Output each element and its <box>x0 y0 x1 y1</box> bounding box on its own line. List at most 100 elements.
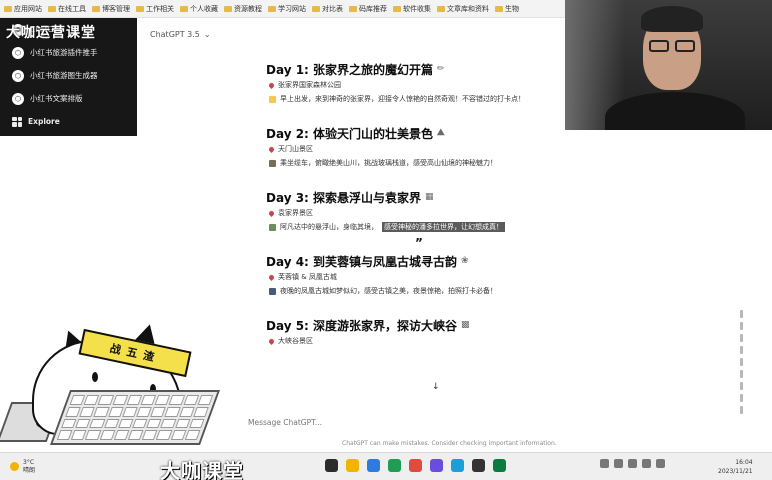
message-input[interactable] <box>248 417 648 427</box>
description-line: 阿凡达中的悬浮山，身临其境， 感受神秘的潘多拉世界，让幻想成真！ <box>266 220 596 234</box>
app-icon[interactable] <box>451 459 464 472</box>
folder-icon <box>180 5 188 12</box>
pin-icon <box>267 145 276 153</box>
emoji-icon <box>269 95 276 103</box>
landscape-icon: ▦ <box>425 192 434 202</box>
sidebar-item-gpt[interactable]: ⬡ 小红书旅游图生成器 <box>0 64 137 87</box>
volume-icon[interactable] <box>628 459 637 468</box>
taskbar: 3°C 晴朗 大咖课堂 16:04 2023/11/21 <box>0 452 772 480</box>
night-scene-icon <box>269 287 276 295</box>
bookmark-folder[interactable]: 生物 <box>495 4 519 14</box>
assistant-message: Day 1: 张家界之旅的魔幻开篇 ✏ 张家界国家森林公园 早上出发，来到神奇的张… <box>266 60 596 366</box>
bookmark-folder[interactable]: 应用网站 <box>4 4 42 14</box>
bookmark-folder[interactable]: 学习网站 <box>268 4 306 14</box>
selected-text[interactable]: 感受神秘的潘多拉世界，让幻想成真！ <box>382 222 505 232</box>
location-line: 大峡谷景区 <box>266 334 596 348</box>
app-icon[interactable] <box>388 459 401 472</box>
cablecar-icon <box>269 159 276 167</box>
sidebar-item-gpt[interactable]: ⬡ 小红书文案排版 <box>0 87 137 110</box>
bookmark-folder[interactable]: 博客管理 <box>92 4 130 14</box>
folder-icon <box>393 5 401 12</box>
description-line: 夜晚的凤凰古城如梦似幻，感受古镇之美，夜景惊艳，拍照打卡必备！ <box>266 284 596 298</box>
day-title: Day 1: 张家界之旅的魔幻开篇 ✏ <box>266 62 445 77</box>
keyboard <box>49 390 221 445</box>
model-selector[interactable]: ChatGPT 3.5 ⌄ <box>150 30 211 39</box>
itinerary-day: Day 1: 张家界之旅的魔幻开篇 ✏ 张家界国家森林公园 早上出发，来到神奇的张… <box>266 60 596 106</box>
grid-icon <box>12 116 22 127</box>
app-icon[interactable] <box>430 459 443 472</box>
description-line: 乘坐缆车，俯瞰绝美山川，挑战玻璃栈道，感受高山仙境的神秘魅力！ <box>266 156 596 170</box>
bookmark-folder[interactable]: 资源教程 <box>224 4 262 14</box>
folder-icon <box>495 5 503 12</box>
file-explorer-icon[interactable] <box>346 459 359 472</box>
bookmark-folder[interactable]: 对比表 <box>312 4 343 14</box>
folder-icon <box>224 5 232 12</box>
folder-icon <box>48 5 56 12</box>
itinerary-day: Day 5: 深度游张家界，探访大峡谷 ▩ 大峡谷景区 <box>266 316 596 348</box>
folder-icon <box>92 5 100 12</box>
location-line: 张家界国家森林公园 <box>266 78 596 92</box>
day-title: Day 3: 探索悬浮山与袁家界 ▦ <box>266 190 434 205</box>
battery-icon[interactable] <box>642 459 651 468</box>
bookmark-folder[interactable]: 个人收藏 <box>180 4 218 14</box>
description-line: 早上出发，来到神奇的张家界，迎接令人惊艳的自然奇观！不容错过的打卡点！ <box>266 92 596 106</box>
webcam-overlay <box>565 0 772 130</box>
canyon-icon: ▩ <box>461 320 470 330</box>
pencil-icon: ✏ <box>437 64 445 74</box>
brand-watermark: 大咖课堂 <box>160 459 244 480</box>
pin-icon <box>267 81 276 89</box>
day-title: Day 4: 到芙蓉镇与凤凰古城寻古韵 ❀ <box>266 254 469 269</box>
model-name: ChatGPT 3.5 <box>150 30 200 39</box>
scrollbar[interactable] <box>740 310 743 440</box>
day-title: Day 2: 体验天门山的壮美景色 ⛰ <box>266 126 445 141</box>
app-icon[interactable] <box>409 459 422 472</box>
mountain-icon: ⛰ <box>437 128 445 138</box>
itinerary-day: Day 2: 体验天门山的壮美景色 ⛰ 天门山景区 乘坐缆车，俯瞰绝美山川，挑战玻… <box>266 124 596 170</box>
location-line: 芙蓉镇 & 凤凰古城 <box>266 270 596 284</box>
gpt-icon: ⬡ <box>12 92 24 105</box>
clock[interactable]: 16:04 2023/11/21 <box>718 458 753 476</box>
start-icon[interactable] <box>325 459 338 472</box>
day-title: Day 5: 深度游张家界，探访大峡谷 ▩ <box>266 318 470 333</box>
folder-icon <box>349 5 357 12</box>
itinerary-day: Day 4: 到芙蓉镇与凤凰古城寻古韵 ❀ 芙蓉镇 & 凤凰古城 夜晚的凤凰古城如… <box>266 252 596 298</box>
screen: 应用网站 在线工具 博客管理 工作相关 个人收藏 资源教程 学习网站 对比表 码… <box>0 0 772 480</box>
folder-icon <box>4 5 12 12</box>
folder-icon <box>312 5 320 12</box>
location-line: 袁家界景区 <box>266 206 596 220</box>
input-method-icon[interactable] <box>656 459 665 468</box>
app-icon[interactable] <box>493 459 506 472</box>
sidebar-item-explore[interactable]: Explore <box>0 110 137 133</box>
bookmark-folder[interactable]: 文章库和资料 <box>437 4 489 14</box>
gpt-icon: ⬡ <box>12 46 24 59</box>
pin-icon <box>267 209 276 217</box>
bookmark-folder[interactable]: 软件收集 <box>393 4 431 14</box>
app-icon[interactable] <box>472 459 485 472</box>
quote-mark: ” <box>415 236 423 250</box>
sun-icon <box>10 462 19 471</box>
browser-icon[interactable] <box>367 459 380 472</box>
folder-icon <box>437 5 445 12</box>
pin-icon <box>267 273 276 281</box>
gpt-icon: ⬡ <box>12 69 24 82</box>
location-line: 天门山景区 <box>266 142 596 156</box>
chevron-down-icon: ⌄ <box>203 30 211 39</box>
scroll-down-arrow-icon[interactable]: ↓ <box>432 382 440 392</box>
watermark-text: 大咖运营课堂 <box>6 25 96 41</box>
flower-icon: ❀ <box>461 256 469 266</box>
weather-widget[interactable]: 3°C 晴朗 <box>10 459 35 475</box>
sidebar-item-gpt[interactable]: ⬡ 小红书旅游插件推手 <box>0 41 137 64</box>
chevron-up-icon[interactable] <box>600 459 609 468</box>
itinerary-day: Day 3: 探索悬浮山与袁家界 ▦ 袁家界景区 阿凡达中的悬浮山，身临其境， 感受… <box>266 188 596 234</box>
tree-icon <box>269 223 276 231</box>
disclaimer: ChatGPT can make mistakes. Consider chec… <box>342 440 557 447</box>
bookmark-folder[interactable]: 工作相关 <box>136 4 174 14</box>
bookmark-folder[interactable]: 在线工具 <box>48 4 86 14</box>
folder-icon <box>268 5 276 12</box>
taskbar-apps <box>325 459 506 472</box>
message-composer <box>240 412 740 432</box>
bookmark-folder[interactable]: 码库推荐 <box>349 4 387 14</box>
system-tray <box>600 459 665 468</box>
cat-mascot: 战五渣 <box>0 310 240 450</box>
wifi-icon[interactable] <box>614 459 623 468</box>
